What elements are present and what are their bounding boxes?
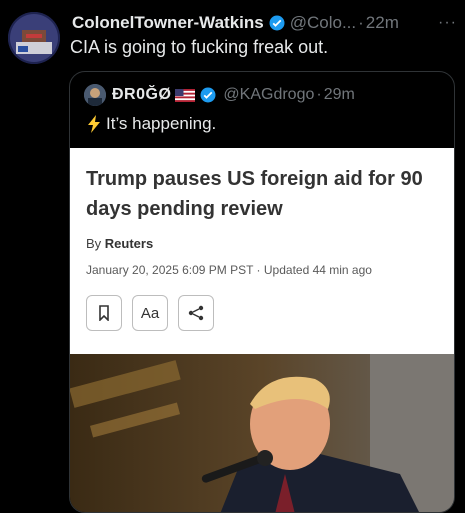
quoted-author-name[interactable]: ÐR0ĞØ [112, 86, 171, 104]
quoted-separator-dot: · [316, 86, 322, 103]
more-options-icon[interactable]: ··· [438, 14, 457, 32]
article-dateline: January 20, 2025 6:09 PM PST · Updated 4… [86, 263, 372, 277]
article-byline: By Reuters [86, 236, 153, 251]
article-photo[interactable] [70, 354, 454, 512]
author-avatar[interactable] [8, 12, 60, 64]
bookmark-icon [99, 305, 109, 321]
lightning-bolt-icon [86, 115, 102, 133]
quoted-author-avatar[interactable] [84, 84, 106, 106]
font-size-button[interactable]: Aa [132, 295, 168, 331]
share-button[interactable] [178, 295, 214, 331]
verified-badge-icon [268, 14, 286, 32]
quoted-tweet-time[interactable]: 29m [324, 86, 355, 104]
article-headline: Trump pauses US foreign aid for 90 days … [86, 168, 423, 220]
article-actions: Aa [86, 295, 214, 331]
quoted-author-handle[interactable]: @KAGdrogo [223, 86, 314, 104]
author-name[interactable]: ColonelTowner-Watkins [72, 13, 264, 33]
bookmark-button[interactable] [86, 295, 122, 331]
byline-prefix: By [86, 236, 105, 251]
tweet-time[interactable]: 22m [366, 13, 399, 33]
quoted-verified-badge-icon [199, 86, 217, 104]
author-handle[interactable]: @Colo... [290, 13, 356, 33]
tweet-text: CIA is going to fucking freak out. [70, 37, 329, 57]
article-source: Reuters [104, 236, 154, 251]
quoted-tweet[interactable]: ÐR0ĞØ @KAGdrogo · 29m It’s happening. Tr… [69, 71, 455, 513]
share-icon [188, 305, 204, 321]
article-card[interactable]: Trump pauses US foreign aid for 90 days … [70, 148, 454, 354]
separator-dot: · [358, 13, 364, 32]
quoted-tweet-text: It’s happening. [106, 114, 217, 133]
us-flag-icon [175, 88, 196, 102]
